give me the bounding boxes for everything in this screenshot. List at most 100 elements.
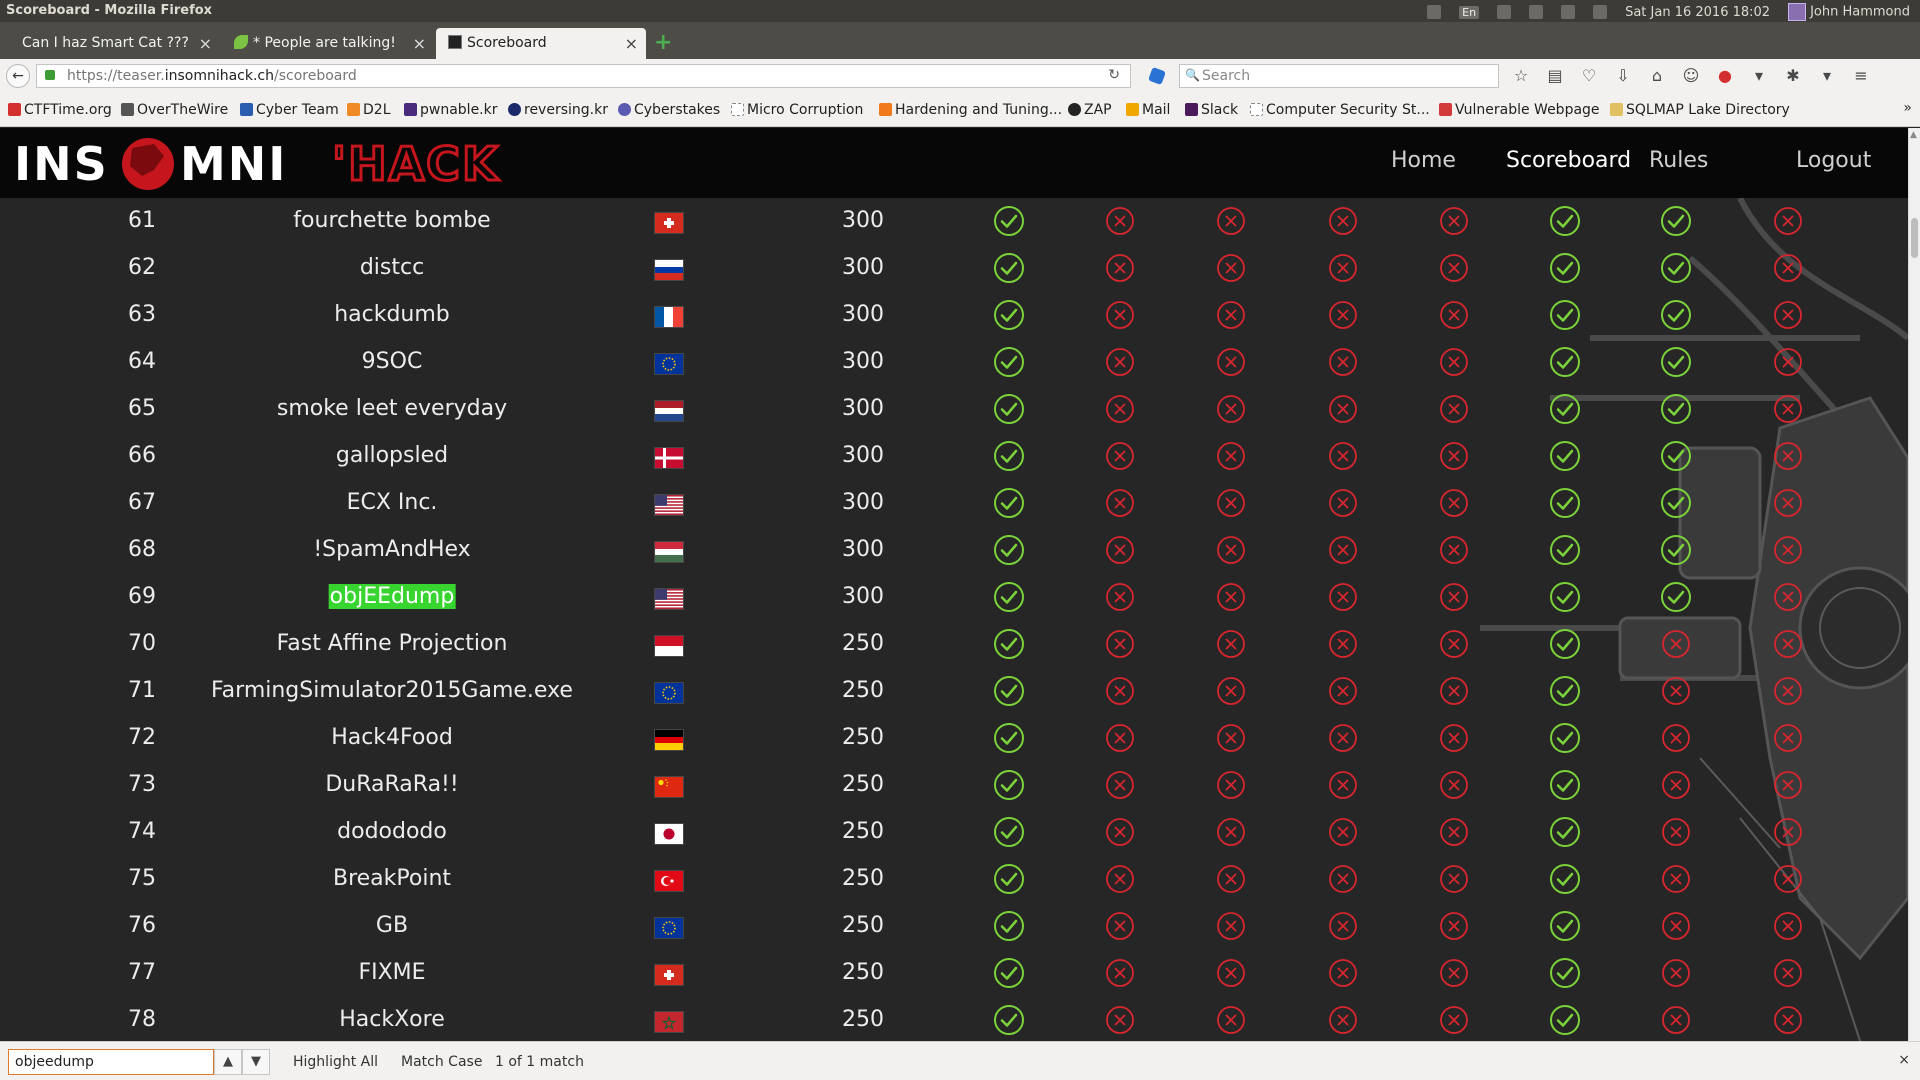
bookmark-ctftime[interactable]: CTFTime.org <box>8 102 112 118</box>
insomnihack-logo[interactable]: INS MNI 'HACK <box>14 136 574 190</box>
match-case-toggle[interactable]: Match Case <box>401 1054 482 1070</box>
find-previous-button[interactable]: ▲ <box>214 1049 242 1075</box>
team-name: ECX Inc. <box>346 490 438 515</box>
bookmarks-overflow-button[interactable]: » <box>1903 100 1912 116</box>
pocket-icon[interactable]: ♡ <box>1578 66 1600 86</box>
unsolved-cross-icon <box>1327 957 1359 989</box>
unsolved-cross-icon <box>1438 863 1470 895</box>
back-button[interactable]: ← <box>6 64 30 88</box>
bookmark-zap[interactable]: ZAP <box>1068 102 1112 118</box>
solved-check-icon <box>1549 816 1581 848</box>
wifi-icon[interactable] <box>1561 5 1576 19</box>
unsolved-cross-icon <box>1772 722 1804 754</box>
bluetooth-icon[interactable] <box>1497 5 1512 19</box>
tools-icon[interactable]: ▾ <box>1816 66 1838 86</box>
menu-icon[interactable]: ≡ <box>1850 66 1872 86</box>
bookmark-vulnerable-webpage[interactable]: Vulnerable Webpage <box>1439 102 1600 118</box>
bookmark-overthewire[interactable]: OverTheWire <box>121 102 228 118</box>
team-score: 300 <box>842 349 884 374</box>
volume-icon[interactable] <box>1593 5 1608 19</box>
china-flag-icon <box>655 777 683 797</box>
puzzle-icon[interactable]: ✱ <box>1782 66 1804 86</box>
bookmark-pwnable[interactable]: pwnable.kr <box>404 102 498 118</box>
unsolved-cross-icon <box>1772 628 1804 660</box>
home-icon[interactable]: ⌂ <box>1646 66 1668 86</box>
unsolved-cross-icon <box>1215 534 1247 566</box>
find-next-button[interactable]: ▼ <box>242 1049 270 1075</box>
team-name: distcc <box>359 255 425 280</box>
adblock-icon[interactable]: ● <box>1714 66 1736 86</box>
unsolved-cross-icon <box>1660 675 1692 707</box>
user-menu[interactable]: John Hammond <box>1788 3 1910 21</box>
unsolved-cross-icon <box>1438 910 1470 942</box>
bookmark-computer-security[interactable]: Computer Security St... <box>1250 102 1430 118</box>
solved-check-icon <box>993 252 1025 284</box>
team-rank: 73 <box>128 772 156 797</box>
unsolved-cross-icon <box>1215 252 1247 284</box>
nav-scoreboard[interactable]: Scoreboard <box>1506 148 1631 173</box>
site-header: INS MNI 'HACK Home Scoreboard Rules Logo… <box>0 128 1908 198</box>
bookmark-reversing[interactable]: reversing.kr <box>508 102 608 118</box>
bookmark-mail[interactable]: Mail <box>1126 102 1170 118</box>
bookmark-star-icon[interactable]: ☆ <box>1510 66 1532 86</box>
leaf-favicon-icon <box>234 35 248 49</box>
bookmark-cyber-team[interactable]: Cyber Team <box>240 102 339 118</box>
bookmark-d2l[interactable]: D2L <box>347 102 391 118</box>
unsolved-cross-icon <box>1215 816 1247 848</box>
bookmark-sqlmap[interactable]: SQLMAP Lake Directory <box>1610 102 1790 118</box>
solved-check-icon <box>993 628 1025 660</box>
find-input[interactable] <box>8 1049 214 1075</box>
unsolved-cross-icon <box>1772 205 1804 237</box>
bookmark-micro-corruption[interactable]: Micro Corruption <box>731 102 863 118</box>
solved-check-icon <box>1549 957 1581 989</box>
unsolved-cross-icon <box>1772 346 1804 378</box>
unsolved-cross-icon <box>1104 816 1136 848</box>
tab-scoreboard[interactable]: Scoreboard × <box>436 28 646 59</box>
network-icon[interactable] <box>1427 5 1442 19</box>
unsolved-cross-icon <box>1438 299 1470 331</box>
chat-icon[interactable]: ☺ <box>1680 66 1702 86</box>
tab-close-icon[interactable]: × <box>625 34 638 53</box>
nav-rules[interactable]: Rules <box>1649 148 1708 173</box>
tab-close-icon[interactable]: × <box>199 34 212 53</box>
tab-smart-cat[interactable]: Can I haz Smart Cat ??? × <box>10 28 220 59</box>
unsolved-cross-icon <box>1660 816 1692 848</box>
unsolved-cross-icon <box>1327 722 1359 754</box>
switzerland-flag-icon <box>655 965 683 985</box>
netherlands-flag-icon <box>655 401 683 421</box>
team-name: smoke leet everyday <box>276 396 508 421</box>
unsolved-cross-icon <box>1327 346 1359 378</box>
bookmark-cyberstakes[interactable]: Cyberstakes <box>618 102 720 118</box>
scrollbar-thumb[interactable] <box>1911 218 1918 258</box>
new-tab-button[interactable]: + <box>654 30 672 55</box>
search-input[interactable]: 🔍 Search <box>1179 64 1499 88</box>
cyberstakes-icon <box>618 103 631 116</box>
bookmark-slack[interactable]: Slack <box>1185 102 1238 118</box>
tab-close-icon[interactable]: × <box>413 34 426 53</box>
team-name: gallopsled <box>335 443 449 468</box>
nav-logout[interactable]: Logout <box>1796 148 1871 173</box>
scoreboard-row: 65 smoke leet everyday 300 <box>0 386 1908 433</box>
solved-check-icon <box>1549 440 1581 472</box>
find-close-button[interactable]: × <box>1898 1052 1910 1068</box>
reading-list-icon[interactable]: ▤ <box>1544 66 1566 86</box>
eu-flag-icon <box>655 683 683 703</box>
lock-icon <box>45 70 55 80</box>
downloads-icon[interactable]: ⇩ <box>1612 66 1634 86</box>
highlight-all-toggle[interactable]: Highlight All <box>293 1054 378 1070</box>
reload-icon[interactable]: ↻ <box>1108 67 1120 83</box>
bookmark-hardening[interactable]: Hardening and Tuning... <box>879 102 1062 118</box>
scoreboard-row: 75 BreakPoint 250 <box>0 856 1908 903</box>
url-bar[interactable]: https://teaser.insomnihack.ch/scoreboard… <box>36 64 1131 88</box>
tab-people-talking[interactable]: * People are talking! × <box>222 28 434 59</box>
nav-home[interactable]: Home <box>1391 148 1456 173</box>
keyboard-layout-indicator[interactable]: En <box>1459 5 1480 19</box>
scroll-up-icon[interactable]: ▲ <box>1910 130 1917 140</box>
scoreboard-row: 67 ECX Inc. 300 <box>0 480 1908 527</box>
clock[interactable]: Sat Jan 16 2016 18:02 <box>1625 5 1770 20</box>
battery-icon[interactable] <box>1529 5 1544 19</box>
unsolved-cross-icon <box>1215 910 1247 942</box>
page-scrollbar[interactable]: ▲ <box>1908 128 1920 1041</box>
search-placeholder: Search <box>1202 68 1251 84</box>
extension-icon[interactable]: ▾ <box>1748 66 1770 86</box>
